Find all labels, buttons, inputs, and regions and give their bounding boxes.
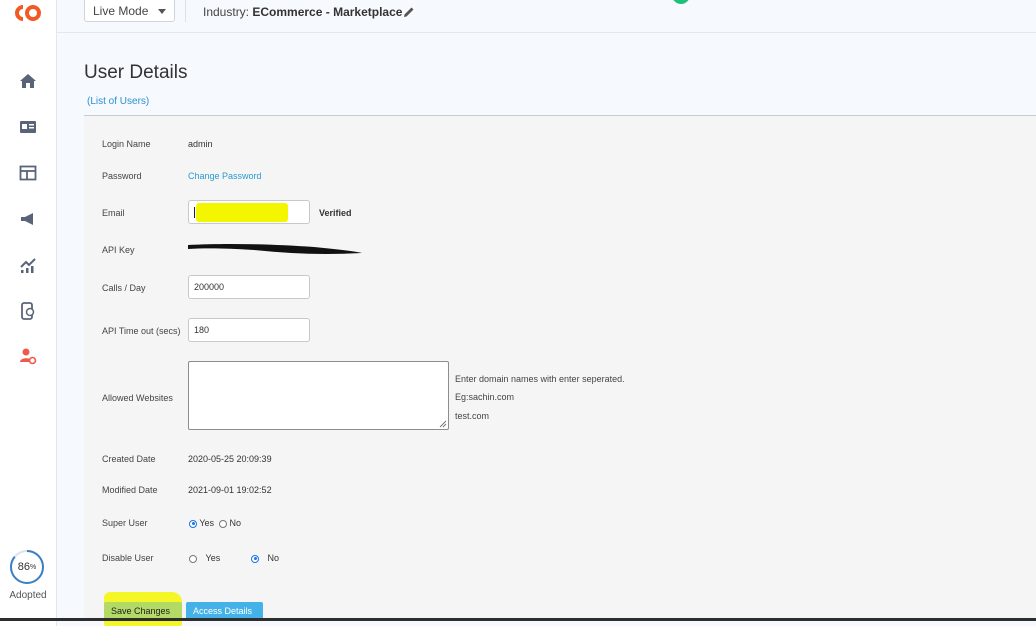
radio-selected-icon — [189, 519, 197, 528]
radio-label: Yes — [205, 553, 221, 563]
adoption-percent: 86% — [17, 561, 37, 573]
industry-value: ECommerce - Marketplace — [252, 5, 403, 19]
id-card-icon[interactable] — [17, 116, 39, 138]
allowed-websites-hint: Enter domain names with enter seperated. — [455, 374, 625, 384]
brand-logo[interactable] — [11, 2, 45, 29]
user-settings-icon[interactable] — [17, 345, 39, 367]
allowed-websites-example: test.com — [455, 411, 490, 421]
modified-date-value: 2021-09-01 19:02:52 — [188, 485, 272, 495]
window-bottom-border — [0, 618, 1036, 621]
api-key-redaction — [188, 243, 362, 254]
modified-date-label: Modified Date — [102, 485, 158, 495]
page-title: User Details — [84, 62, 188, 83]
email-label: Email — [102, 208, 125, 218]
radio-label: No — [267, 553, 280, 563]
radio-selected-icon — [251, 554, 259, 563]
mode-select[interactable]: Live Mode — [84, 0, 175, 22]
disable-user-label: Disable User — [102, 553, 154, 563]
resize-handle-icon[interactable] — [439, 420, 447, 428]
change-password-link[interactable]: Change Password — [188, 171, 262, 181]
disable-user-no-radio[interactable]: No — [251, 553, 279, 563]
created-date-label: Created Date — [102, 454, 156, 464]
radio-label: Yes — [199, 518, 215, 528]
login-name-label: Login Name — [102, 139, 151, 149]
list-of-users-link[interactable]: (List of Users) — [87, 96, 149, 107]
password-label: Password — [102, 171, 142, 181]
home-icon[interactable] — [17, 70, 39, 92]
api-timeout-field[interactable]: 180 — [188, 318, 310, 342]
radio-label: No — [229, 518, 242, 528]
created-date-value: 2020-05-25 20:09:39 — [188, 454, 272, 464]
layout-icon[interactable] — [17, 162, 39, 184]
sidebar: 86% Adopted — [0, 0, 57, 626]
chevron-down-icon — [158, 9, 166, 14]
redaction-highlight — [196, 203, 288, 222]
radio-unselected-icon — [219, 519, 227, 528]
api-key-label: API Key — [102, 245, 135, 255]
email-verified-status: Verified — [319, 208, 352, 218]
super-user-label: Super User — [102, 518, 148, 528]
mobile-web-icon[interactable] — [17, 300, 39, 322]
industry-info: Industry: ECommerce - Marketplace — [203, 5, 402, 19]
calls-per-day-field[interactable]: 200000 — [188, 275, 310, 299]
allowed-websites-example: Eg:sachin.com — [455, 392, 515, 402]
adoption-label: Adopted — [9, 590, 47, 601]
divider — [185, 0, 186, 22]
text-cursor — [194, 207, 195, 218]
mode-select-value: Live Mode — [93, 4, 149, 18]
analytics-icon[interactable] — [17, 254, 39, 276]
disable-user-yes-radio[interactable]: Yes — [189, 553, 220, 563]
industry-label: Industry: — [203, 5, 250, 19]
pencil-icon[interactable] — [403, 5, 415, 23]
login-name-value: admin — [188, 139, 213, 149]
allowed-websites-label: Allowed Websites — [102, 393, 173, 403]
allowed-websites-textarea[interactable] — [188, 361, 449, 430]
radio-unselected-icon — [189, 554, 197, 563]
api-timeout-label: API Time out (secs) — [102, 326, 181, 336]
super-user-no-radio[interactable]: No — [219, 518, 241, 528]
megaphone-icon[interactable] — [17, 208, 39, 230]
calls-per-day-label: Calls / Day — [102, 283, 146, 293]
super-user-yes-radio[interactable]: Yes — [189, 518, 214, 528]
